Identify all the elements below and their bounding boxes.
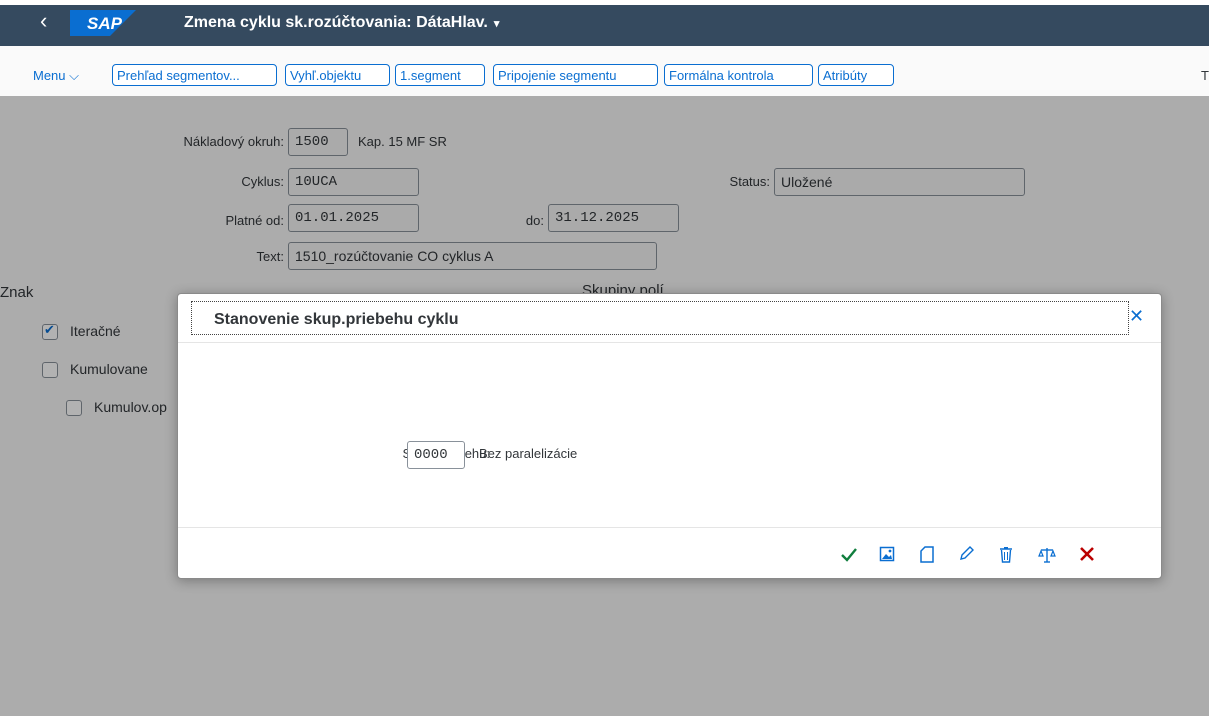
formal-check-button[interactable]: Formálna kontrola [664,64,813,86]
toolbar-overflow-item[interactable]: T [1201,68,1209,83]
run-group-field[interactable]: 0000 [407,441,465,469]
dialog-header-divider [178,342,1161,343]
find-object-button[interactable]: Vyhľ.objektu [285,64,390,86]
cancel-icon[interactable] [1079,546,1095,562]
page-title-text: Zmena cyklu sk.rozúčtovania: DátaHlav. [184,14,488,31]
shell-header: ‹ SAP Zmena cyklu sk.rozúčtovania: DátaH… [0,0,1209,46]
first-segment-button[interactable]: 1.segment [395,64,485,86]
menu-button[interactable]: Menu ⌵ [33,68,79,84]
run-group-dialog: Stanovenie skup.priebehu cyklu ✕ Skup.pr… [177,293,1162,579]
segment-overview-button[interactable]: Prehľad segmentov... [112,64,277,86]
header-top-edge [0,0,1209,5]
checkmark-icon[interactable] [840,546,858,564]
attributes-button[interactable]: Atribúty [818,64,894,86]
attach-segment-button[interactable]: Pripojenie segmentu [493,64,658,86]
page-title[interactable]: Zmena cyklu sk.rozúčtovania: DátaHlav. ▾ [184,14,499,32]
dialog-title: Stanovenie skup.priebehu cyklu [214,311,459,328]
sap-logo-text: SAP [87,14,123,33]
new-document-icon[interactable] [920,546,934,563]
run-group-description: Bez paralelizácie [479,446,578,461]
dialog-footer-divider [178,527,1161,528]
image-icon[interactable] [879,546,895,562]
title-dropdown-icon[interactable]: ▾ [494,18,500,30]
sap-logo: SAP [70,10,136,36]
application-toolbar: Menu ⌵ Prehľad segmentov... Vyhľ.objektu… [0,46,1209,96]
close-icon[interactable]: ✕ [1129,306,1144,327]
trash-icon[interactable] [999,546,1013,563]
balance-icon[interactable] [1038,546,1056,564]
back-icon[interactable]: ‹ [40,8,47,34]
pencil-icon[interactable] [958,546,974,562]
